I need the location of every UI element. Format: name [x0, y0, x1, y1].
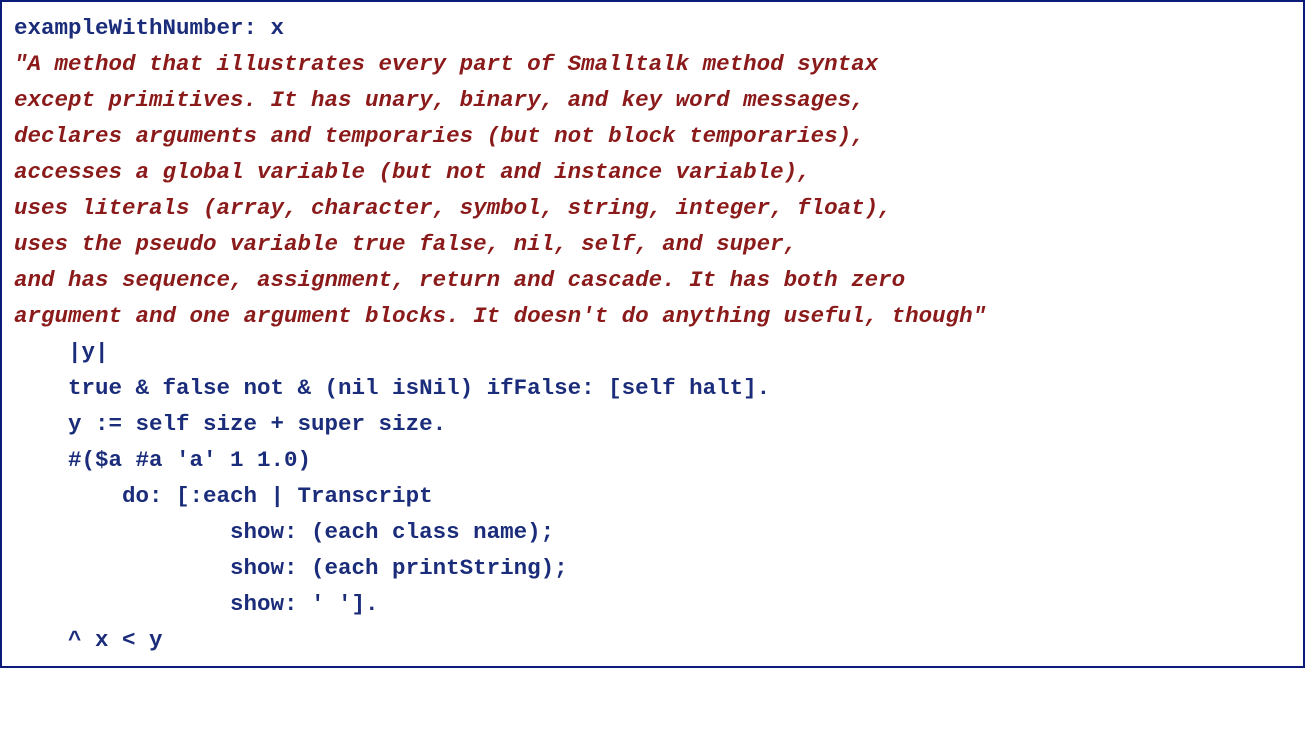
body-line-0: |y|	[14, 339, 109, 365]
body-line-6: show: (each printString);	[14, 555, 568, 581]
body-line-4: do: [:each | Transcript	[14, 483, 433, 509]
comment-line-3: accesses a global variable (but not and …	[14, 159, 811, 185]
smalltalk-code-block: exampleWithNumber: x "A method that illu…	[0, 0, 1305, 668]
body-line-8: ^ x < y	[14, 627, 163, 653]
body-line-5: show: (each class name);	[14, 519, 554, 545]
comment-line-6: and has sequence, assignment, return and…	[14, 267, 905, 293]
comment-line-0: "A method that illustrates every part of…	[14, 51, 878, 77]
body-line-2: y := self size + super size.	[14, 411, 446, 437]
comment-line-5: uses the pseudo variable true false, nil…	[14, 231, 797, 257]
comment-line-7: argument and one argument blocks. It doe…	[14, 303, 986, 329]
body-line-1: true & false not & (nil isNil) ifFalse: …	[14, 375, 770, 401]
comment-line-4: uses literals (array, character, symbol,…	[14, 195, 892, 221]
method-selector: exampleWithNumber: x	[14, 15, 284, 41]
body-line-7: show: ' '].	[14, 591, 379, 617]
body-line-3: #($a #a 'a' 1 1.0)	[14, 447, 311, 473]
comment-line-1: except primitives. It has unary, binary,…	[14, 87, 865, 113]
comment-line-2: declares arguments and temporaries (but …	[14, 123, 865, 149]
